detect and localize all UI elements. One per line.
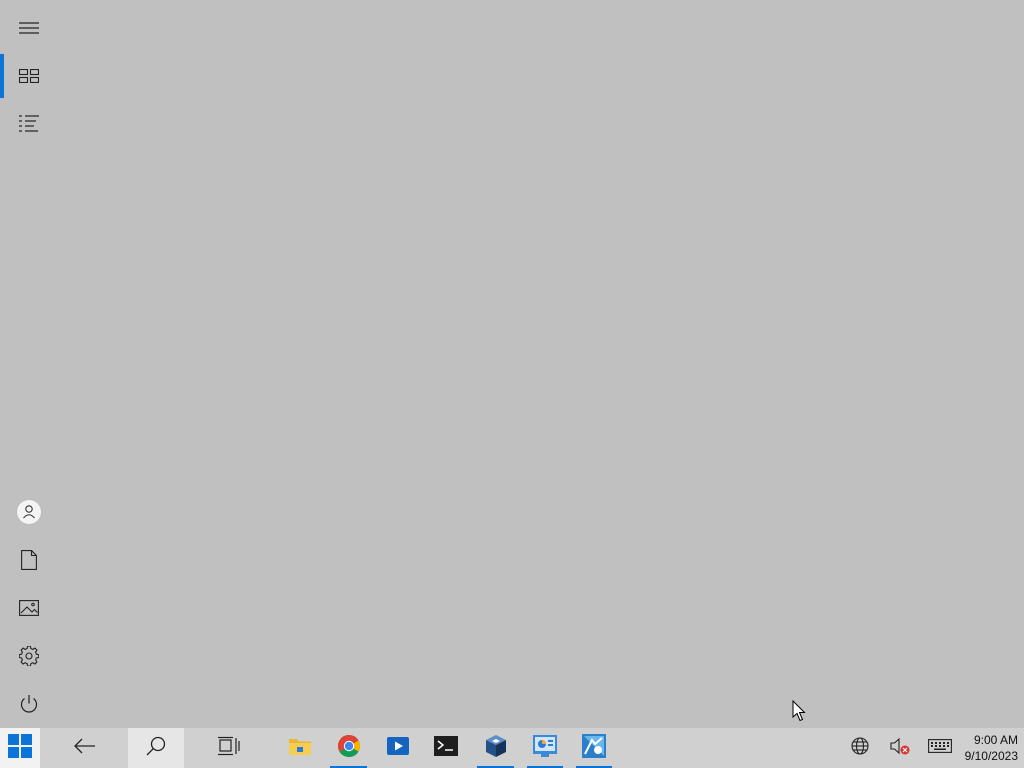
- search-icon: [146, 736, 166, 761]
- pinned-tiles-button[interactable]: [0, 52, 58, 100]
- terminal-icon: [434, 735, 458, 761]
- documents-button[interactable]: [0, 536, 58, 584]
- clock-time: 9:00 AM: [973, 733, 1018, 747]
- globe-icon: [851, 736, 869, 760]
- network-button[interactable]: [846, 728, 874, 768]
- user-icon: [16, 499, 42, 525]
- control-panel-icon: [533, 734, 557, 762]
- volume-muted-icon: [890, 737, 910, 760]
- settings-button[interactable]: [0, 632, 58, 680]
- volume-button[interactable]: [886, 728, 914, 768]
- clock[interactable]: 9:00 AM 9/10/2023: [960, 728, 1024, 768]
- virtualbox-icon: [484, 734, 508, 763]
- file-explorer-button[interactable]: [280, 728, 320, 768]
- start-menu-screen: 9:00 AM 9/10/2023: [0, 0, 1024, 768]
- power-icon: [19, 694, 39, 714]
- expand-menu-button[interactable]: [0, 4, 58, 52]
- gear-icon: [19, 646, 39, 666]
- list-icon: [19, 115, 39, 133]
- all-apps-button[interactable]: [0, 100, 58, 148]
- tiles-icon: [19, 69, 39, 83]
- hamburger-icon: [19, 21, 39, 35]
- start-button[interactable]: [0, 728, 40, 768]
- start-menu-rail: [0, 0, 58, 728]
- app-icon: [582, 733, 606, 763]
- app-button[interactable]: [574, 728, 614, 768]
- task-view-button[interactable]: [206, 728, 252, 768]
- document-icon: [21, 550, 37, 570]
- media-player-button[interactable]: [378, 728, 418, 768]
- back-arrow-icon: [74, 738, 96, 759]
- virtualbox-button[interactable]: [475, 728, 516, 768]
- windows-logo-icon: [8, 733, 32, 763]
- search-button[interactable]: [128, 728, 184, 768]
- touch-keyboard-button[interactable]: [922, 728, 958, 768]
- back-button[interactable]: [64, 728, 106, 768]
- terminal-button[interactable]: [426, 728, 466, 768]
- pictures-icon: [19, 600, 39, 616]
- folder-icon: [288, 735, 312, 762]
- chrome-button[interactable]: [328, 728, 369, 768]
- clock-date: 9/10/2023: [964, 749, 1018, 763]
- pictures-button[interactable]: [0, 584, 58, 632]
- user-account-button[interactable]: [0, 488, 58, 536]
- mouse-pointer-icon: [792, 699, 806, 727]
- task-view-icon: [218, 736, 240, 761]
- power-button[interactable]: [0, 680, 58, 728]
- keyboard-icon: [928, 738, 952, 758]
- media-player-icon: [386, 734, 410, 763]
- taskbar: 9:00 AM 9/10/2023: [0, 728, 1024, 768]
- control-panel-button[interactable]: [525, 728, 565, 768]
- chrome-icon: [337, 734, 361, 763]
